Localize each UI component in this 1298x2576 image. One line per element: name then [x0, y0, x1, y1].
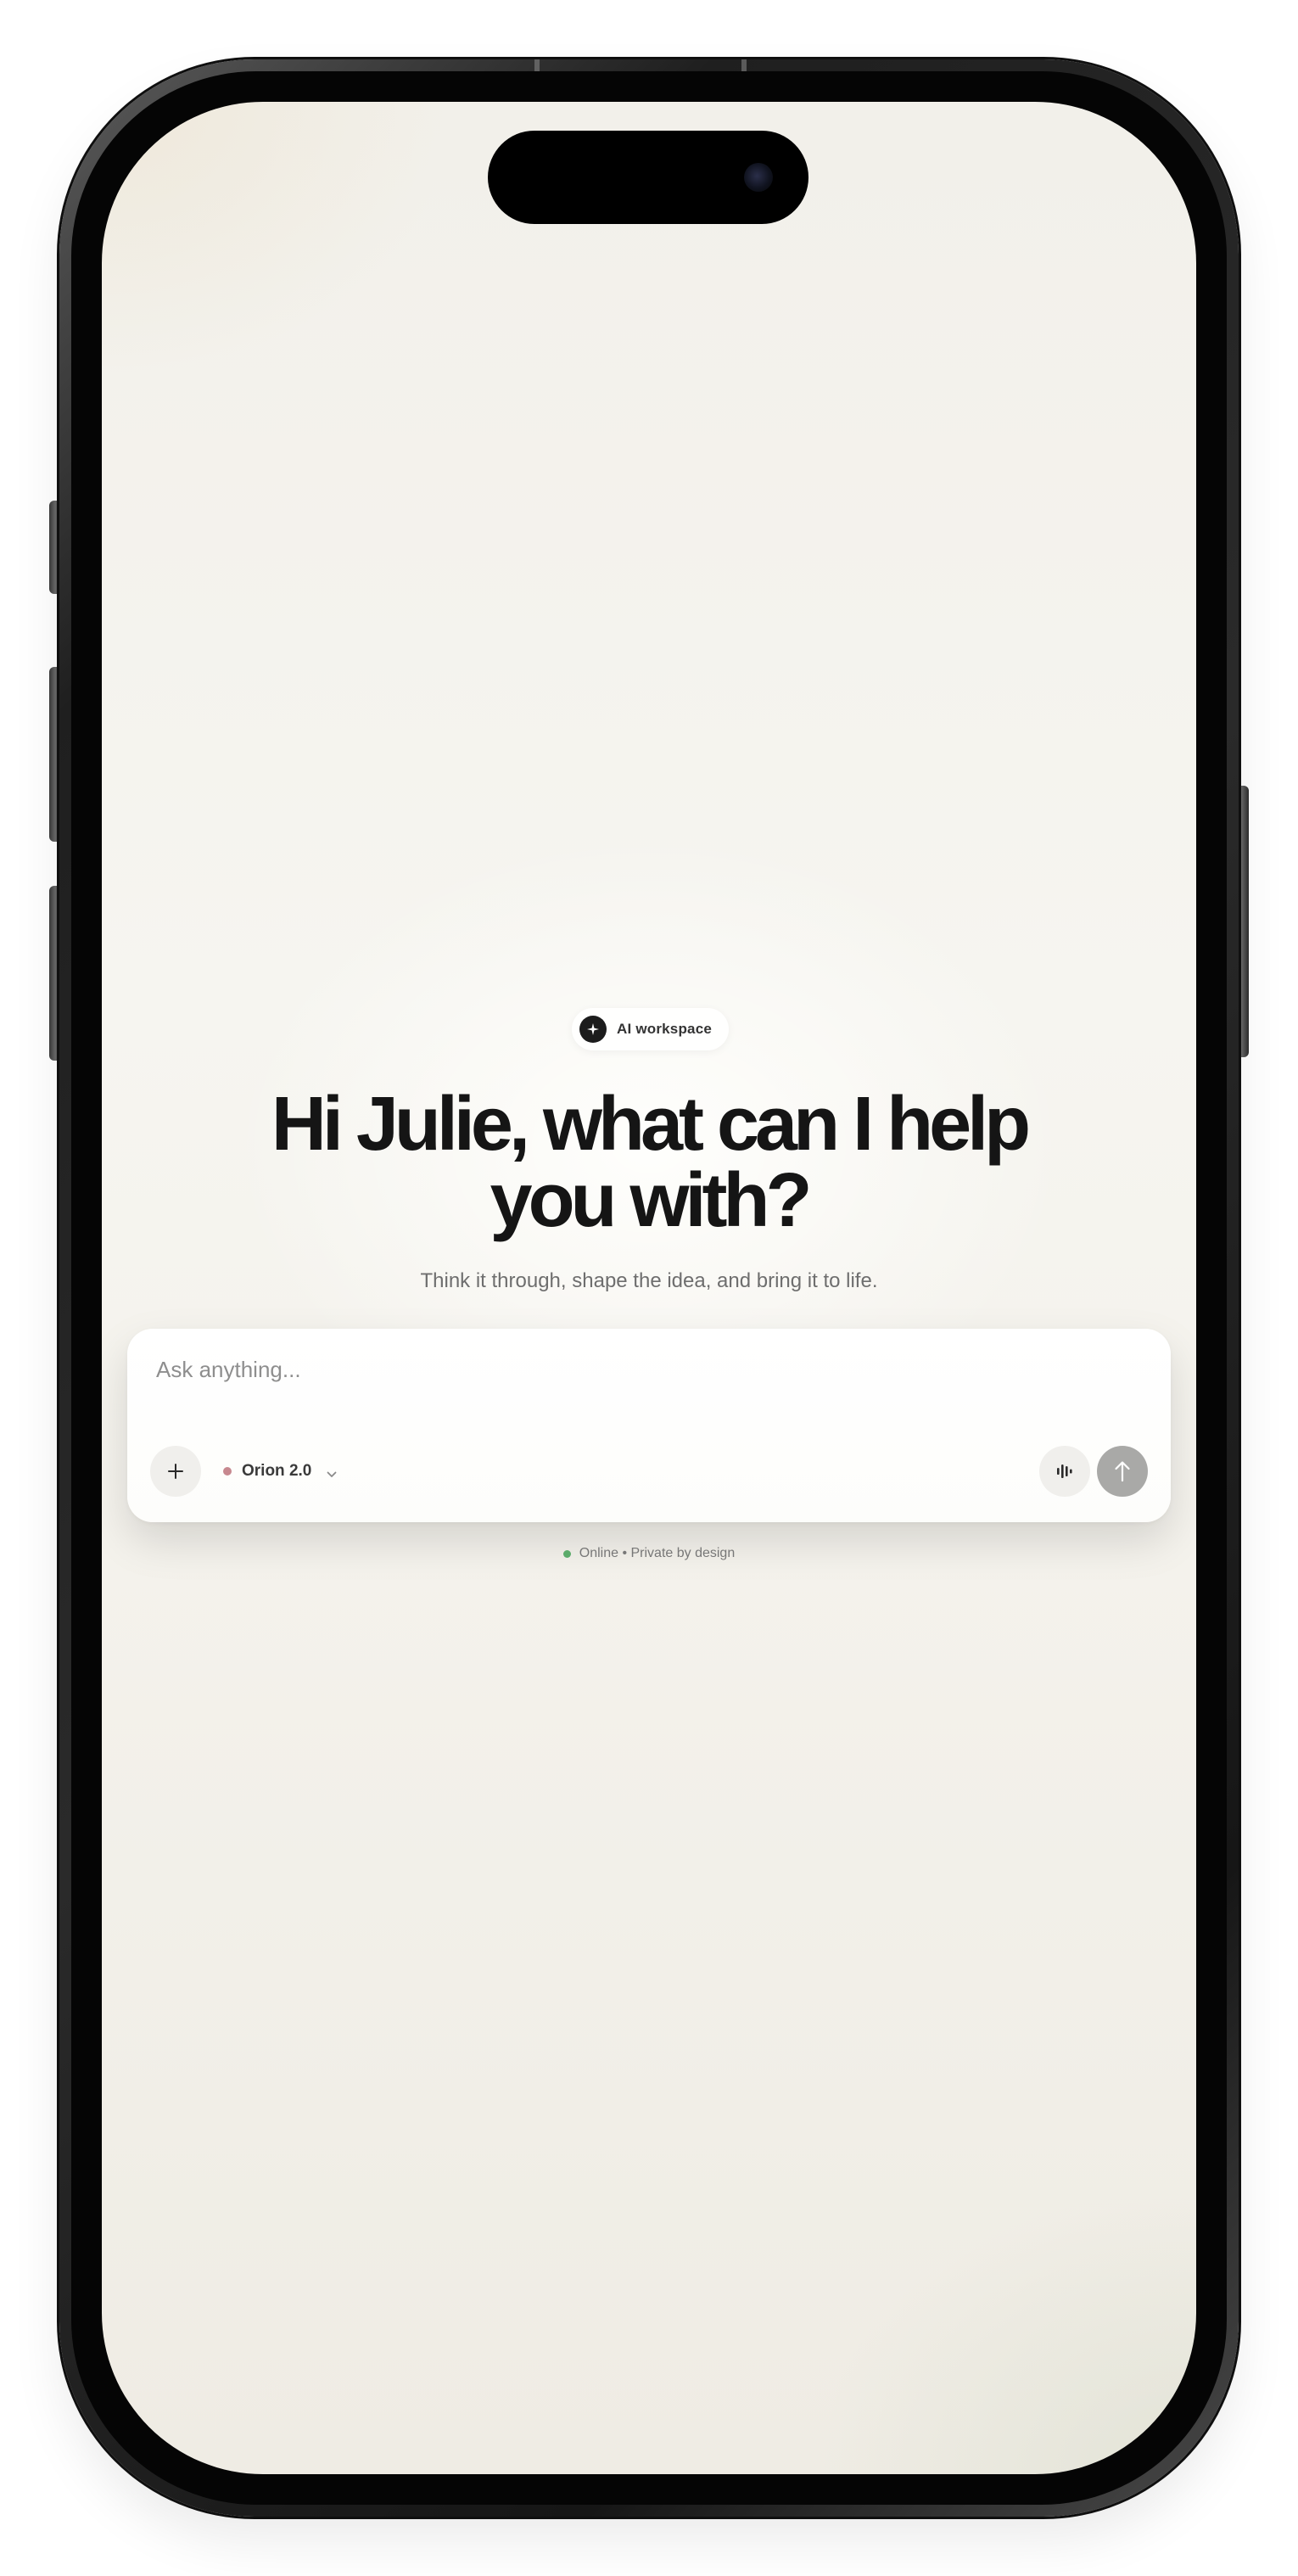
dynamic-island — [488, 131, 808, 224]
status-line: Online • Private by design — [102, 1546, 1196, 1561]
status-text: Online • Private by design — [579, 1546, 736, 1560]
antenna-band — [741, 59, 747, 71]
model-status-dot — [223, 1467, 232, 1476]
camera-lens — [744, 163, 773, 192]
voice-input-button[interactable] — [1039, 1446, 1090, 1497]
workspace-badge: AI workspace — [572, 1008, 730, 1050]
stage: AI workspace Hi Julie, what can I help y… — [0, 0, 1298, 2576]
model-label: Orion 2.0 — [242, 1462, 312, 1480]
sparkle-icon — [579, 1016, 607, 1043]
arrow-up-icon — [1113, 1459, 1132, 1483]
chevron-down-icon — [327, 1471, 337, 1478]
badge-label: AI workspace — [617, 1021, 713, 1037]
plus-icon — [166, 1462, 185, 1481]
prompt-input[interactable] — [156, 1352, 1004, 1386]
waveform-icon — [1055, 1463, 1074, 1480]
send-button[interactable] — [1097, 1446, 1148, 1497]
title-line-1: Hi Julie, what can I help — [271, 1082, 1031, 1167]
phone-frame: AI workspace Hi Julie, what can I help y… — [59, 59, 1239, 2517]
antenna-band — [534, 59, 540, 71]
page-subtitle: Think it through, shape the idea, and br… — [420, 1269, 878, 1292]
model-selector[interactable]: Orion 2.0 — [223, 1456, 337, 1487]
add-attachment-button[interactable] — [150, 1446, 201, 1497]
prompt-composer: Orion 2.0 — [127, 1329, 1171, 1522]
online-status-dot — [562, 1549, 571, 1558]
page-title: Hi Julie, what can I help you with? — [102, 1086, 1196, 1239]
title-line-2: you with? — [490, 1158, 813, 1243]
screen: AI workspace Hi Julie, what can I help y… — [102, 102, 1196, 2474]
